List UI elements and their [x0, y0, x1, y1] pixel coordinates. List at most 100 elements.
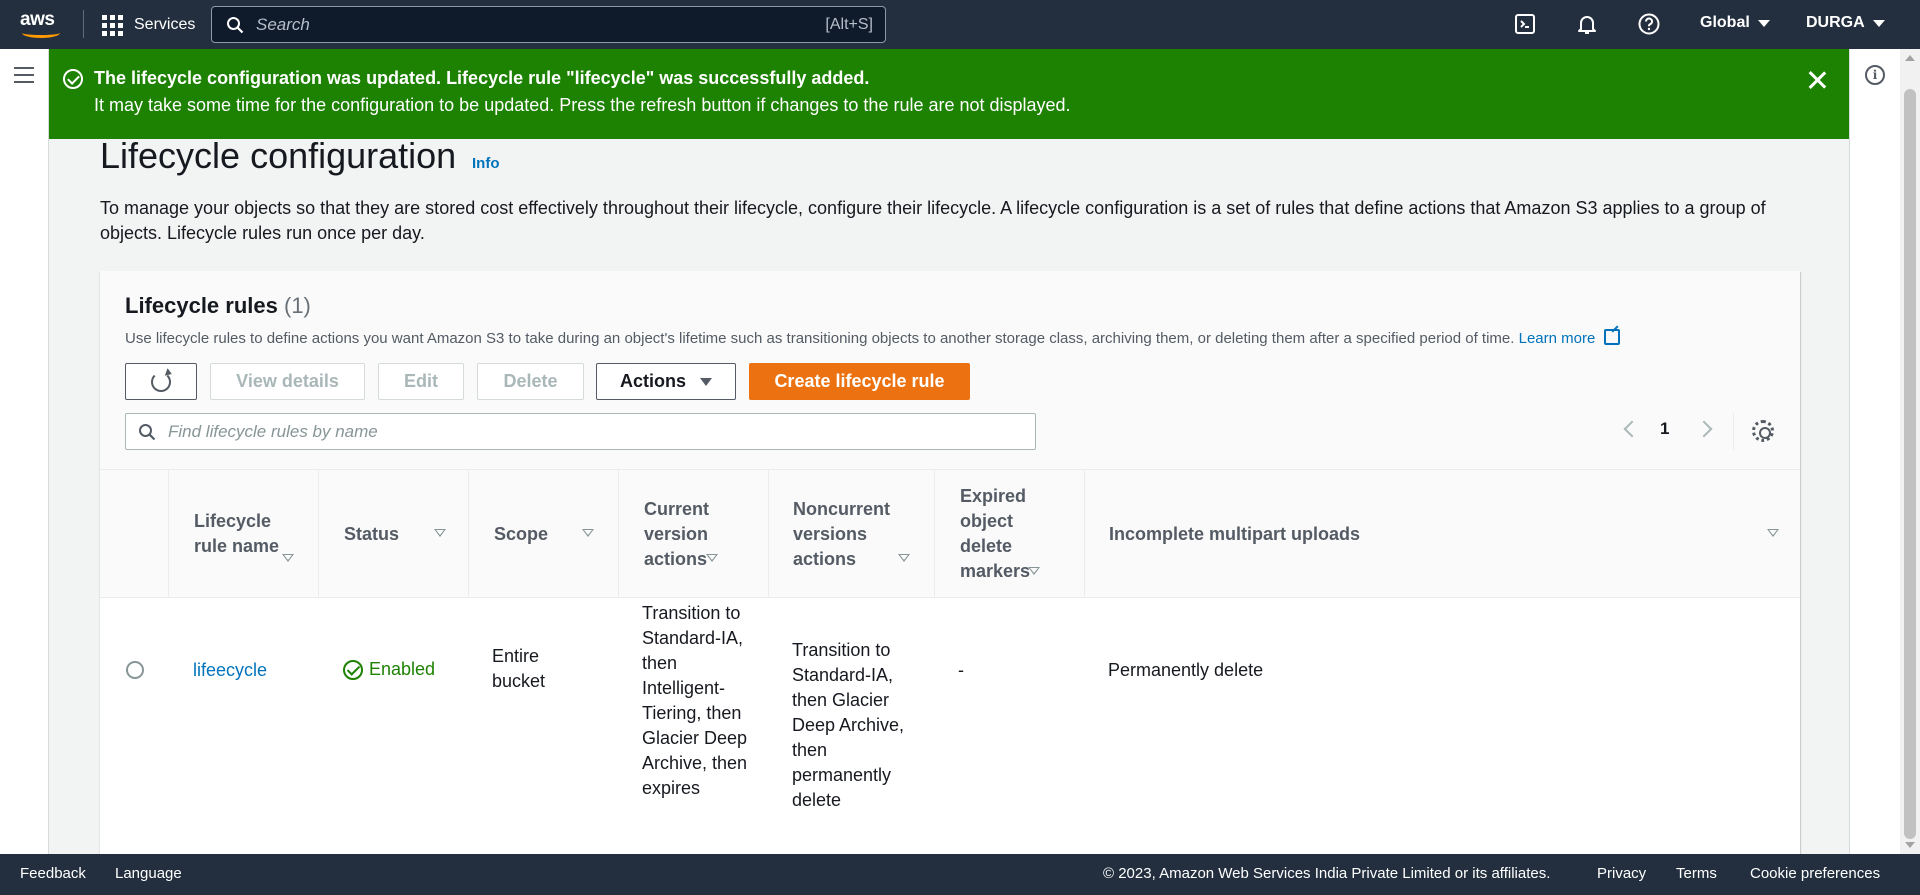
search-shortcut-hint: [Alt+S] — [825, 16, 873, 33]
language-link[interactable]: Language — [115, 865, 182, 882]
aws-logo[interactable]: aws — [20, 10, 64, 40]
page-title: Lifecycle configuration — [100, 135, 457, 176]
chevron-down-icon — [1872, 19, 1885, 27]
refresh-button[interactable] — [125, 363, 197, 400]
sort-icon — [582, 529, 594, 537]
sort-icon — [434, 529, 446, 537]
info-link[interactable]: Info — [472, 155, 500, 172]
aws-smile-icon — [22, 28, 60, 38]
chevron-right-icon[interactable] — [1695, 420, 1713, 438]
noncurrent-actions-cell: Transition to Standard-IA, then Glacier … — [792, 640, 905, 810]
sort-icon — [898, 554, 910, 562]
success-check-icon — [63, 69, 83, 89]
rules-filter[interactable] — [125, 413, 1036, 450]
page-scrollbar[interactable] — [1900, 49, 1920, 854]
account-label: DURGA — [1806, 14, 1865, 31]
incomplete-uploads-cell: Permanently delete — [1108, 660, 1264, 680]
refresh-icon — [151, 371, 171, 392]
services-label: Services — [134, 16, 196, 33]
table-header: Lifecycle rule name Status Scope Current… — [100, 470, 1800, 598]
edit-button[interactable]: Edit — [378, 363, 464, 400]
column-label: Scope — [494, 523, 549, 544]
privacy-link[interactable]: Privacy — [1597, 865, 1646, 882]
rule-name-link[interactable]: lifeecycle — [193, 658, 267, 683]
grid-icon — [102, 14, 124, 36]
page-number[interactable]: 1 — [1660, 419, 1669, 439]
help-icon[interactable] — [1637, 12, 1661, 36]
gear-icon[interactable] — [1752, 420, 1774, 442]
cookie-preferences-link[interactable]: Cookie preferences — [1750, 865, 1880, 882]
search-icon — [227, 17, 244, 34]
status-text: Enabled — [369, 659, 436, 679]
feedback-link[interactable]: Feedback — [20, 865, 86, 882]
external-link-icon — [1603, 329, 1620, 345]
sort-icon — [282, 554, 294, 562]
terms-link[interactable]: Terms — [1676, 865, 1717, 882]
chevron-left-icon[interactable] — [1623, 420, 1641, 438]
column-header-incomplete-multipart-uploads[interactable]: Incomplete multipart uploads — [1084, 470, 1800, 598]
scrollbar-thumb[interactable] — [1904, 89, 1916, 839]
column-label: Lifecycle rule name — [194, 511, 280, 556]
scope-cell: Entire bucket — [492, 646, 546, 691]
right-tools-rail: i — [1849, 49, 1900, 854]
flash-message: It may take some time for the configurat… — [94, 95, 1071, 115]
sort-icon — [1767, 529, 1779, 537]
column-header-current-version-actions[interactable]: Current version actions — [618, 470, 768, 598]
global-search-input[interactable] — [256, 13, 756, 37]
rules-description: Use lifecycle rules to define actions yo… — [125, 329, 1620, 347]
row-select-radio[interactable] — [126, 661, 144, 679]
top-navigation: aws Services [Alt+S] Global DURGA — [0, 0, 1920, 49]
create-lifecycle-rule-button[interactable]: Create lifecycle rule — [749, 363, 970, 400]
rules-title: Lifecycle rules — [125, 293, 278, 318]
column-label: Expired object delete markers — [960, 486, 1031, 581]
check-circle-icon — [343, 659, 363, 680]
container-header: Lifecycle rules (1) Use lifecycle rules … — [100, 271, 1800, 470]
rules-count: (1) — [284, 293, 311, 318]
column-header-noncurrent-versions-actions[interactable]: Noncurrent versions actions — [768, 470, 934, 598]
actions-label: Actions — [619, 371, 686, 391]
column-label: Noncurrent versions actions — [793, 498, 891, 569]
rules-heading: Lifecycle rules (1) — [125, 293, 311, 319]
status-badge: Enabled — [343, 657, 435, 682]
account-menu[interactable]: DURGA — [1806, 14, 1885, 32]
expired-markers-cell: - — [958, 660, 964, 680]
column-header-name[interactable]: Lifecycle rule name — [168, 470, 318, 598]
hamburger-menu-icon[interactable] — [14, 67, 34, 85]
view-details-button[interactable]: View details — [210, 363, 365, 400]
delete-button[interactable]: Delete — [477, 363, 584, 400]
column-header-status[interactable]: Status — [318, 470, 468, 598]
region-selector[interactable]: Global — [1700, 14, 1770, 32]
chevron-down-icon — [1757, 19, 1770, 27]
rules-filter-input[interactable] — [168, 420, 1018, 444]
close-icon[interactable] — [1805, 68, 1829, 92]
footer: Feedback Language © 2023, Amazon Web Ser… — [0, 854, 1920, 895]
sort-icon — [1028, 567, 1040, 575]
cloudshell-icon[interactable] — [1513, 12, 1537, 36]
column-header-expired-delete-markers[interactable]: Expired object delete markers — [934, 470, 1084, 598]
rules-description-text: Use lifecycle rules to define actions yo… — [125, 330, 1515, 347]
scroll-down-arrow-icon[interactable] — [1905, 842, 1915, 848]
aws-logo-text: aws — [20, 9, 55, 30]
success-flash-banner: The lifecycle configuration was updated.… — [49, 49, 1849, 139]
learn-more-link[interactable]: Learn more — [1519, 330, 1596, 347]
actions-dropdown-button[interactable]: Actions — [596, 363, 736, 400]
pager-divider — [1733, 413, 1734, 450]
lifecycle-rules-container: Lifecycle rules (1) Use lifecycle rules … — [100, 271, 1800, 871]
copyright-text: © 2023, Amazon Web Services India Privat… — [1103, 865, 1551, 882]
current-actions-cell: Transition to Standard-IA, then Intellig… — [642, 603, 748, 798]
info-panel-icon[interactable]: i — [1865, 65, 1885, 85]
search-icon — [139, 424, 156, 441]
chevron-down-icon — [700, 377, 712, 386]
nav-divider — [83, 10, 84, 38]
services-menu-button[interactable]: Services — [102, 12, 195, 38]
bell-icon[interactable] — [1575, 12, 1599, 36]
sort-icon — [706, 554, 718, 562]
region-label: Global — [1700, 14, 1750, 31]
page-description: To manage your objects so that they are … — [100, 198, 1766, 243]
flash-title: The lifecycle configuration was updated.… — [94, 68, 870, 88]
column-header-scope[interactable]: Scope — [468, 470, 618, 598]
left-navigation-rail — [0, 49, 49, 854]
global-search[interactable]: [Alt+S] — [211, 6, 886, 43]
column-label: Status — [344, 523, 400, 544]
scroll-up-arrow-icon[interactable] — [1905, 55, 1915, 61]
